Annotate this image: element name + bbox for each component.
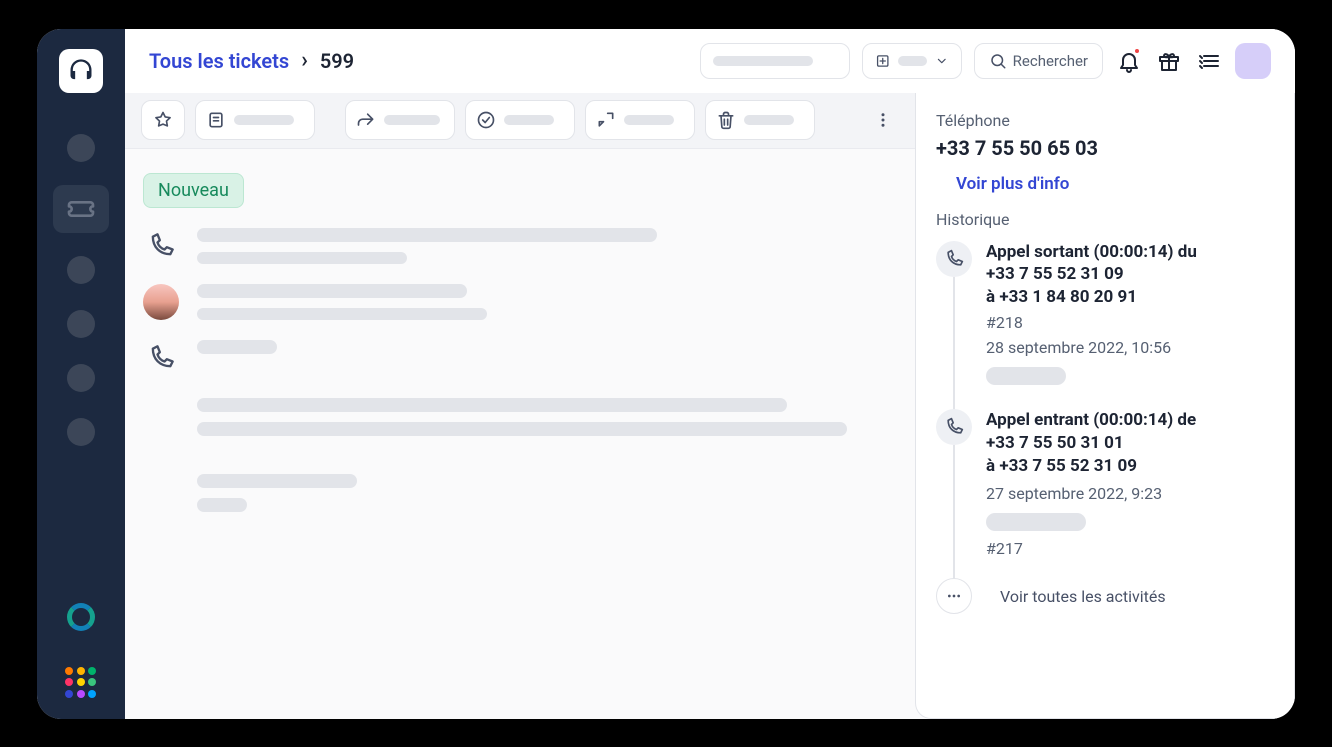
bell-icon[interactable] (1115, 47, 1143, 75)
topbar: Tous les tickets › 599 Rechercher (125, 29, 1295, 93)
timeline-date: 27 septembre 2022, 9:23 (986, 484, 1274, 503)
resolve-button[interactable] (465, 100, 575, 140)
view-all-link[interactable]: Voir toutes les activités (1000, 587, 1166, 606)
gift-icon[interactable] (1155, 47, 1183, 75)
main-area: Tous les tickets › 599 Rechercher (125, 29, 1295, 719)
phone-label: Téléphone (936, 111, 1274, 130)
chevron-right-icon: › (301, 48, 308, 73)
status-badge: Nouveau (143, 173, 244, 208)
nav-item-tickets[interactable] (53, 185, 109, 233)
agent-avatar (143, 284, 179, 320)
search-label: Rechercher (1013, 52, 1088, 70)
timeline-chip (986, 513, 1086, 531)
sidebar (37, 29, 125, 719)
topbar-select-2[interactable] (862, 43, 962, 79)
status-ring-icon[interactable] (67, 603, 95, 631)
app-window: Tous les tickets › 599 Rechercher (37, 29, 1295, 719)
thread-pane: Nouveau (125, 93, 915, 719)
timeline-item: Appel entrant (00:00:14) de +33 7 55 50 … (936, 409, 1274, 578)
star-button[interactable] (141, 100, 185, 140)
messages-list (125, 218, 915, 532)
timeline-ticket[interactable]: #217 (986, 539, 1274, 558)
queue-icon[interactable] (1195, 47, 1223, 75)
timeline: Appel sortant (00:00:14) du +33 7 55 52 … (936, 241, 1274, 615)
status-row: Nouveau (125, 149, 915, 218)
delete-button[interactable] (705, 100, 815, 140)
nav-item-4[interactable] (67, 310, 95, 338)
phone-icon (936, 241, 972, 277)
nav-item-6[interactable] (67, 418, 95, 446)
content: Nouveau (125, 93, 1295, 719)
phone-icon (143, 340, 179, 376)
timeline-date: 28 septembre 2022, 10:56 (986, 338, 1274, 357)
breadcrumb-id: 599 (320, 49, 354, 73)
nav-item-5[interactable] (67, 364, 95, 392)
timeline-item: Appel sortant (00:00:14) du +33 7 55 52 … (936, 241, 1274, 410)
toolbar (125, 93, 915, 149)
search-button[interactable]: Rechercher (974, 43, 1103, 79)
phone-icon (143, 228, 179, 264)
phone-icon (936, 409, 972, 445)
notification-dot (1133, 47, 1141, 55)
message-item (143, 228, 897, 264)
timeline-chip (986, 367, 1066, 385)
apps-grid-icon[interactable] (65, 667, 97, 699)
more-info-link[interactable]: Voir plus d'info (956, 174, 1274, 194)
nav-item-1[interactable] (67, 134, 95, 162)
details-pane: Téléphone +33 7 55 50 65 03 Voir plus d'… (915, 93, 1295, 719)
user-avatar[interactable] (1235, 43, 1271, 79)
more-button[interactable] (936, 578, 972, 614)
nav-item-3[interactable] (67, 256, 95, 284)
app-logo[interactable] (59, 49, 103, 93)
note-button[interactable] (195, 100, 315, 140)
message-item (143, 340, 897, 512)
timeline-more: Voir toutes les activités (936, 578, 1274, 614)
breadcrumb-root[interactable]: Tous les tickets (149, 49, 289, 73)
phone-number: +33 7 55 50 65 03 (936, 136, 1274, 160)
topbar-select-1[interactable] (700, 43, 850, 79)
kebab-menu[interactable] (867, 100, 899, 140)
history-label: Historique (936, 210, 1274, 229)
reply-button[interactable] (345, 100, 455, 140)
breadcrumb: Tous les tickets › 599 (149, 48, 354, 73)
assign-button[interactable] (585, 100, 695, 140)
timeline-ticket[interactable]: #218 (986, 313, 1274, 332)
message-item (143, 284, 897, 320)
